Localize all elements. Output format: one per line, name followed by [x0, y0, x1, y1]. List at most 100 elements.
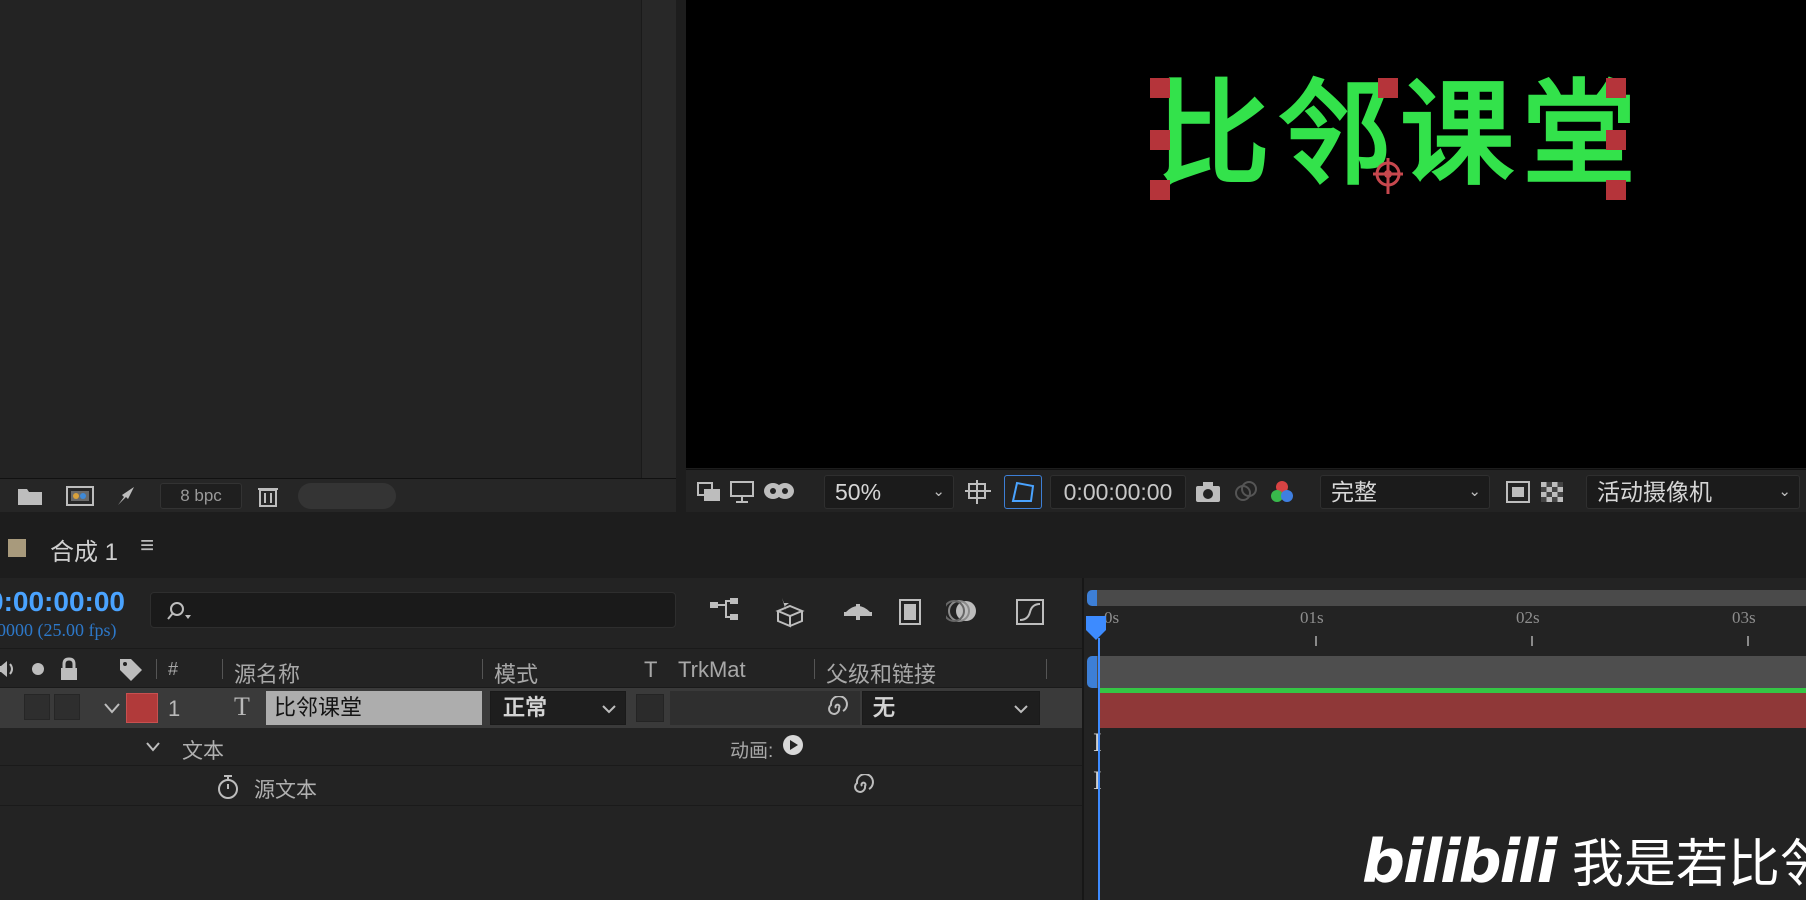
composition-canvas[interactable]: 比邻课堂	[686, 0, 1806, 468]
new-composition-icon[interactable]	[66, 485, 94, 507]
text-property-group-row[interactable]: 文本 动画:	[0, 728, 1082, 766]
magnification-dropdown[interactable]: 50% ⌄	[824, 475, 954, 509]
time-navigator[interactable]	[1092, 590, 1806, 606]
camera-view-dropdown[interactable]: 活动摄像机 ⌄	[1586, 475, 1800, 509]
layer-video-switch[interactable]	[24, 694, 50, 720]
col-source-name[interactable]: 源名称	[234, 657, 300, 689]
frame-blending-icon[interactable]	[894, 594, 926, 628]
transform-handle-middle-left[interactable]	[1150, 130, 1170, 150]
col-parent-link: 父级和链接	[826, 662, 937, 687]
motion-blur-icon[interactable]	[946, 594, 978, 628]
solo-icon[interactable]	[30, 661, 46, 677]
column-separator	[1046, 659, 1047, 679]
resolution-value: 完整	[1331, 479, 1377, 505]
snapshot-camera-icon[interactable]	[1194, 479, 1222, 505]
transform-handle-top-right[interactable]	[1606, 78, 1626, 98]
comp-mini-flowchart-icon[interactable]	[708, 594, 740, 628]
current-time-indicator-icon[interactable]	[1084, 614, 1108, 642]
monitor-icon[interactable]	[728, 479, 756, 505]
project-scrollbar[interactable]	[641, 0, 676, 478]
transform-handle-top-center[interactable]	[1378, 78, 1398, 98]
comp-color-swatch	[8, 539, 26, 557]
camera-view-value: 活动摄像机	[1597, 479, 1712, 505]
blend-mode-dropdown[interactable]: 正常	[490, 691, 626, 725]
always-preview-icon[interactable]	[696, 479, 724, 505]
time-ruler[interactable]	[1092, 608, 1806, 656]
chevron-down-icon[interactable]	[102, 700, 122, 716]
column-separator	[156, 659, 157, 679]
column-separator	[482, 659, 483, 679]
current-time-indicator-line	[1098, 638, 1100, 900]
layer-column-header: # 源名称 模式 T TrkMat 父级和链接	[0, 648, 1082, 688]
mask-visibility-icon[interactable]	[762, 479, 796, 505]
parent-value: 无	[873, 695, 896, 720]
trkmat-box[interactable]	[636, 694, 664, 722]
label-tag-icon[interactable]	[118, 657, 144, 681]
viewer-toolbar: 50% ⌄ 0:00:00:00 完整 ⌄ 活动摄像机 ⌄	[686, 469, 1806, 512]
region-of-interest-icon[interactable]	[1504, 479, 1532, 505]
project-item-list[interactable]	[0, 0, 641, 478]
text-group-label: 文本	[182, 740, 224, 763]
parent-dropdown[interactable]: 无	[862, 691, 1040, 725]
animate-play-icon[interactable]	[782, 734, 804, 756]
watermark-text: 我是若比邻	[1571, 835, 1806, 895]
show-snapshot-icon	[1235, 481, 1257, 501]
grid-guides-icon[interactable]	[964, 479, 992, 505]
transform-handle-bottom-right[interactable]	[1606, 180, 1626, 200]
transparency-grid-icon[interactable]	[1538, 479, 1566, 505]
ruler-tick-label: 01s	[1300, 608, 1324, 627]
transform-handle-middle-right[interactable]	[1606, 130, 1626, 150]
timeline-tab-bar: 合成 1 ≡	[0, 520, 1806, 578]
ruler-tick	[1531, 636, 1533, 646]
column-separator	[222, 659, 223, 679]
anchor-point-icon[interactable]	[1371, 156, 1405, 196]
work-area-start-handle[interactable]	[1087, 656, 1097, 688]
work-area-bar[interactable]	[1092, 656, 1806, 688]
chevron-down-icon: ⌄	[1778, 483, 1791, 500]
layer-row[interactable]: 1 T 比邻课堂 正常 无	[0, 688, 1082, 728]
search-icon	[167, 602, 191, 620]
frame-rate-readout: 00000 (25.00 fps)	[0, 620, 117, 640]
render-queue-icon[interactable]	[114, 485, 142, 507]
parent-pickwhip-icon[interactable]	[824, 696, 848, 720]
lock-icon[interactable]	[58, 657, 80, 681]
color-channels-icon[interactable]	[1268, 479, 1296, 505]
draft-3d-icon[interactable]	[774, 594, 806, 628]
transform-handle-bottom-left[interactable]	[1150, 180, 1170, 200]
time-navigator-start-handle[interactable]	[1087, 590, 1097, 606]
layer-name-field[interactable]: 比邻课堂	[266, 691, 482, 725]
project-footer: 8 bpc	[0, 478, 676, 512]
mask-path-toggle[interactable]	[1004, 475, 1042, 509]
delete-icon[interactable]	[254, 485, 282, 507]
mask-path-icon	[1011, 481, 1035, 502]
bilibili-logo: bilibili	[1362, 827, 1557, 897]
hide-shy-layers-icon[interactable]	[842, 594, 874, 628]
layer-solo-switch[interactable]	[54, 694, 80, 720]
timeline-current-time[interactable]: 0:00:00:00	[0, 586, 125, 618]
color-depth-button[interactable]: 8 bpc	[160, 483, 242, 509]
audio-icon[interactable]	[0, 659, 18, 679]
current-time-field[interactable]: 0:00:00:00	[1050, 475, 1186, 509]
layer-number: 1	[168, 696, 181, 721]
text-layer-type-icon: T	[234, 692, 250, 721]
tab-composition[interactable]: 合成 1	[50, 532, 118, 567]
chevron-down-icon	[602, 705, 616, 714]
panel-menu-icon[interactable]: ≡	[140, 532, 154, 560]
expression-pickwhip-icon[interactable]	[850, 774, 874, 798]
chevron-down-icon: ⌄	[1468, 483, 1481, 500]
layer-label-color[interactable]	[126, 693, 158, 723]
stopwatch-icon[interactable]	[216, 774, 240, 800]
ruler-tick-label: 03s	[1732, 608, 1756, 627]
transform-handle-top-left[interactable]	[1150, 78, 1170, 98]
thumbnail-size-slider[interactable]	[298, 483, 396, 509]
graph-editor-icon[interactable]	[1014, 594, 1046, 628]
chevron-down-icon[interactable]	[144, 740, 162, 754]
layer-duration-bar[interactable]	[1098, 688, 1806, 728]
source-text-property-row[interactable]: 源文本	[0, 766, 1082, 806]
new-folder-icon[interactable]	[16, 485, 44, 507]
col-layer-number: #	[168, 659, 179, 679]
timeline-empty-area	[0, 806, 1082, 900]
timeline-header: 0:00:00:00 00000 (25.00 fps)	[0, 578, 1082, 648]
layer-search-input[interactable]	[150, 592, 676, 628]
resolution-dropdown[interactable]: 完整 ⌄	[1320, 475, 1490, 509]
